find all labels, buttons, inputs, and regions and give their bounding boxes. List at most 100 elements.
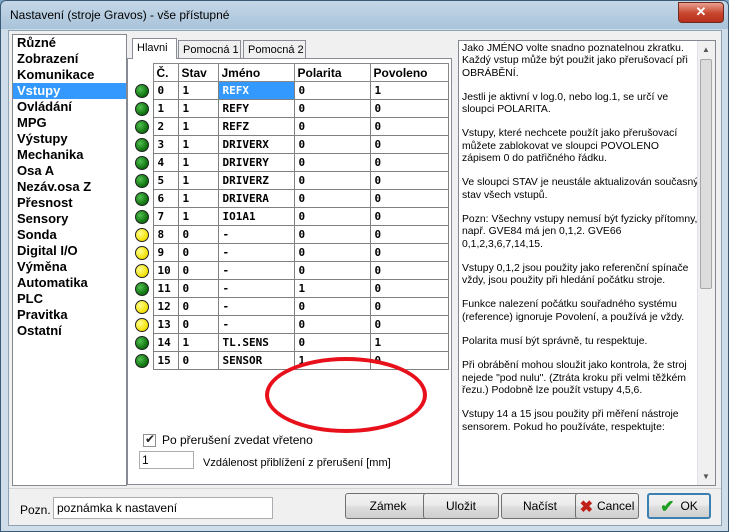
cell-name[interactable]: DRIVERX <box>217 135 295 154</box>
cell-number[interactable]: 12 <box>152 297 179 316</box>
cell-povoleno[interactable]: 0 <box>369 171 449 190</box>
cell-polarita[interactable]: 0 <box>293 189 371 208</box>
table-row[interactable]: 14 1 TL.SENS 0 1 <box>132 333 449 352</box>
close-button[interactable]: ✕ <box>678 2 724 23</box>
cell-povoleno[interactable]: 1 <box>369 333 449 352</box>
sidebar-item[interactable]: Nezáv.osa Z <box>13 179 126 195</box>
cell-name[interactable]: REFX <box>217 81 295 100</box>
cell-stav[interactable]: 1 <box>177 81 219 100</box>
cell-name[interactable]: - <box>217 297 295 316</box>
cell-polarita[interactable]: 0 <box>293 315 371 334</box>
table-row[interactable]: 10 0-0 0 <box>132 261 449 280</box>
sidebar-item[interactable]: Osa A <box>13 163 126 179</box>
cell-polarita[interactable]: 0 <box>293 153 371 172</box>
cell-povoleno[interactable]: 0 <box>369 315 449 334</box>
cell-polarita[interactable]: 1 <box>293 351 371 370</box>
table-row[interactable]: 80-00 <box>132 225 449 244</box>
cell-povoleno[interactable]: 0 <box>369 243 449 262</box>
cell-stav[interactable]: 0 <box>177 279 219 298</box>
sidebar-item[interactable]: PLC <box>13 291 126 307</box>
cell-polarita[interactable]: 0 <box>293 99 371 118</box>
table-row[interactable]: 13 0-0 0 <box>132 315 449 334</box>
cell-povoleno[interactable]: 0 <box>369 279 449 298</box>
sidebar-item[interactable]: Ostatní <box>13 323 126 339</box>
cell-number[interactable]: 8 <box>152 225 179 244</box>
lock-button[interactable]: Zámek <box>345 493 431 519</box>
scroll-thumb[interactable] <box>700 59 712 289</box>
cell-stav[interactable]: 0 <box>177 315 219 334</box>
cell-povoleno[interactable]: 0 <box>369 297 449 316</box>
cell-stav[interactable]: 0 <box>177 225 219 244</box>
help-panel[interactable]: Jako JMÉNO volte snadno poznatelnou zkra… <box>458 40 716 486</box>
table-row[interactable]: 6 1 DRIVERA 0 0 <box>132 189 449 208</box>
cell-name[interactable]: DRIVERY <box>217 153 295 172</box>
cell-number[interactable]: 3 <box>152 135 179 154</box>
note-input[interactable]: poznámka k nastavení <box>53 497 273 519</box>
tab-pomocna-2[interactable]: Pomocná 2 <box>243 40 306 58</box>
cell-polarita[interactable]: 0 <box>293 261 371 280</box>
table-row[interactable]: 3 1 DRIVERX 0 0 <box>132 135 449 154</box>
cell-name[interactable]: - <box>217 261 295 280</box>
cell-name[interactable]: DRIVERA <box>217 189 295 208</box>
cell-polarita[interactable]: 0 <box>293 171 371 190</box>
cell-name[interactable]: - <box>217 243 295 262</box>
sidebar-item[interactable]: Mechanika <box>13 147 126 163</box>
sidebar-item[interactable]: Ovládání <box>13 99 126 115</box>
cell-name[interactable]: - <box>217 225 295 244</box>
scroll-up-button[interactable]: ▲ <box>698 41 714 58</box>
cell-stav[interactable]: 1 <box>177 207 219 226</box>
table-row[interactable]: 11 0-1 0 <box>132 279 449 298</box>
sidebar-item[interactable]: MPG <box>13 115 126 131</box>
tab-pomocna-1[interactable]: Pomocná 1 <box>178 40 241 58</box>
table-row[interactable]: 5 1 DRIVERZ 0 0 <box>132 171 449 190</box>
tab-hlavni[interactable]: Hlavni <box>132 38 177 59</box>
cell-name[interactable]: - <box>217 315 295 334</box>
table-row[interactable]: 1 1 REFY 0 0 <box>132 99 449 118</box>
cell-povoleno[interactable]: 0 <box>369 117 449 136</box>
cell-name[interactable]: DRIVERZ <box>217 171 295 190</box>
sidebar-item[interactable]: Zobrazení <box>13 51 126 67</box>
sidebar-item[interactable]: Pravitka <box>13 307 126 323</box>
cell-stav[interactable]: 1 <box>177 117 219 136</box>
approach-distance-input[interactable]: 1 <box>139 451 194 469</box>
table-row[interactable]: 0 1 REFX 0 1 <box>132 81 449 100</box>
cell-polarita[interactable]: 0 <box>293 135 371 154</box>
cell-polarita[interactable]: 0 <box>293 117 371 136</box>
cell-number[interactable]: 0 <box>152 81 179 100</box>
cell-name[interactable]: - <box>217 279 295 298</box>
scroll-down-button[interactable]: ▼ <box>698 468 714 485</box>
table-row[interactable]: 7 1 IO1A1 0 0 <box>132 207 449 226</box>
table-row[interactable]: 2 1 REFZ 0 0 <box>132 117 449 136</box>
cell-stav[interactable]: 0 <box>177 261 219 280</box>
sidebar-item[interactable]: Komunikace <box>13 67 126 83</box>
cell-name[interactable]: IO1A1 <box>217 207 295 226</box>
cell-number[interactable]: 11 <box>152 279 179 298</box>
cell-povoleno[interactable]: 0 <box>369 351 449 370</box>
sidebar-item[interactable]: Automatika <box>13 275 126 291</box>
cell-polarita[interactable]: 1 <box>293 279 371 298</box>
cell-povoleno[interactable]: 0 <box>369 153 449 172</box>
table-row[interactable]: 4 1 DRIVERY 0 0 <box>132 153 449 172</box>
cell-number[interactable]: 5 <box>152 171 179 190</box>
cell-number[interactable]: 15 <box>152 351 179 370</box>
cell-stav[interactable]: 1 <box>177 333 219 352</box>
cell-polarita[interactable]: 0 <box>293 297 371 316</box>
save-button[interactable]: Uložit <box>423 493 499 519</box>
cell-number[interactable]: 10 <box>152 261 179 280</box>
cell-stav[interactable]: 1 <box>177 135 219 154</box>
sidebar-item[interactable]: Sensory <box>13 211 126 227</box>
cell-polarita[interactable]: 0 <box>293 207 371 226</box>
sidebar-item[interactable]: Různé <box>13 35 126 51</box>
cell-stav[interactable]: 0 <box>177 243 219 262</box>
cell-number[interactable]: 9 <box>152 243 179 262</box>
load-button[interactable]: Načíst <box>501 493 579 519</box>
cell-stav[interactable]: 1 <box>177 153 219 172</box>
cell-polarita[interactable]: 0 <box>293 243 371 262</box>
cell-povoleno[interactable]: 0 <box>369 225 449 244</box>
table-row[interactable]: 90-00 <box>132 243 449 262</box>
cell-number[interactable]: 6 <box>152 189 179 208</box>
sidebar-item[interactable]: Digital I/O <box>13 243 126 259</box>
cell-stav[interactable]: 1 <box>177 99 219 118</box>
cell-name[interactable]: REFZ <box>217 117 295 136</box>
cell-stav[interactable]: 1 <box>177 189 219 208</box>
